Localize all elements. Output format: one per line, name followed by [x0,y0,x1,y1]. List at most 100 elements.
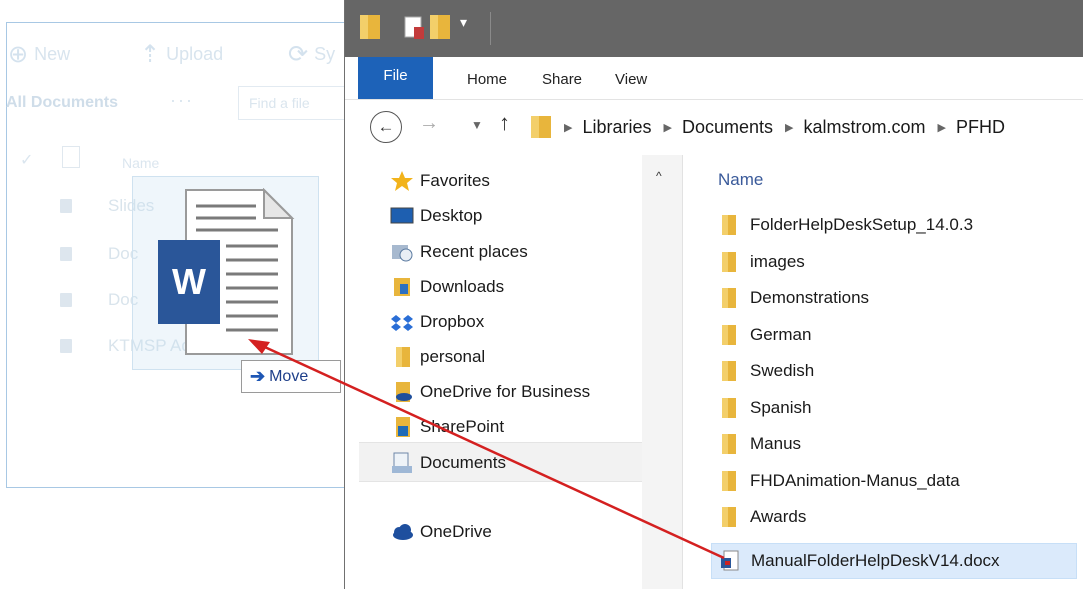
view-title[interactable]: All Documents [6,94,118,112]
document-type-icon [62,146,80,168]
new-folder-icon[interactable] [429,13,451,41]
word-document-icon: W [158,188,295,355]
upload-label: Upload [166,44,224,64]
folder-row[interactable]: FHDAnimation-Manus_data [718,470,960,492]
nav-item-favorites[interactable]: Favorites [390,170,490,192]
folder-name: FHDAnimation-Manus_data [750,470,960,490]
move-tooltip: ➔ Move [241,360,341,393]
folder-icon [390,346,414,368]
folder-row[interactable]: Awards [718,506,806,528]
ribbon-tabs [345,57,1083,100]
folder-row[interactable]: FolderHelpDeskSetup_14.0.3 [718,214,973,236]
nav-item-label: personal [420,347,486,366]
nav-item-label: SharePoint [420,417,505,436]
word-file-icon [721,550,739,570]
name-column-header[interactable]: Name [718,170,763,190]
nav-item-documents[interactable]: Documents [390,452,506,474]
pane-divider[interactable] [682,155,683,589]
sync-icon: ⟳ [288,41,309,68]
breadcrumb-documents[interactable]: Documents [682,117,773,138]
nav-item-label: Desktop [420,206,483,225]
nav-item-sharepoint[interactable]: SharePoint [390,416,504,438]
file-name: ManualFolderHelpDeskV14.docx [751,550,1000,570]
nav-item-onedrive-business[interactable]: OneDrive for Business [390,381,590,403]
file-icon [60,339,72,353]
breadcrumb-libraries[interactable]: Libraries [582,117,651,138]
tab-view[interactable]: View [615,71,647,88]
find-file-input[interactable]: Find a file [238,86,345,120]
sharepoint-folder-icon [390,416,414,438]
recent-locations-chevron-down-icon[interactable]: ▼ [471,118,483,132]
breadcrumb[interactable]: ▶ Libraries ▶ Documents ▶ kalmstrom.com … [530,112,1005,142]
sync-label: Sy [314,44,336,64]
folder-row[interactable]: Manus [718,433,801,455]
folder-icon [722,434,736,454]
breadcrumb-kalmstrom[interactable]: kalmstrom.com [803,117,925,138]
up-arrow-icon[interactable]: ↑ [499,110,510,136]
select-all-checkmark-icon[interactable]: ✓ [20,150,33,170]
folder-icon [722,251,736,272]
tab-file[interactable]: File [358,57,433,99]
nav-item-dropbox[interactable]: Dropbox [390,311,484,333]
plus-circle-icon: ⊕ [8,41,29,68]
toolbar-divider [490,12,491,45]
nav-item-label: Favorites [420,171,490,190]
nav-item-label: Downloads [420,277,505,296]
nav-item-label: OneDrive for Business [420,382,591,401]
upload-icon: ⇡ [140,41,161,68]
folder-icon [722,361,736,381]
sync-command[interactable]: ⟳ Sy [288,40,335,69]
folder-icon [722,397,736,418]
folder-row[interactable]: Swedish [718,360,814,382]
more-options[interactable]: ··· [170,90,194,111]
customize-toolbar-icon[interactable]: ▾ [460,14,467,31]
folder-name: German [750,324,812,344]
folder-icon[interactable] [359,13,381,41]
forward-arrow-icon[interactable]: → [419,112,439,135]
nav-item-personal[interactable]: personal [390,346,485,368]
back-arrow-icon[interactable]: ← [370,111,402,143]
folder-name: Demonstrations [750,288,870,307]
nav-item-label: Documents [420,453,506,472]
breadcrumb-separator-icon: ▶ [663,121,672,134]
file-icon [60,247,72,261]
new-command[interactable]: ⊕ New [8,40,70,69]
folder-row[interactable]: Demonstrations [718,287,869,309]
breadcrumb-separator-icon: ▶ [564,121,573,134]
nav-item-desktop[interactable]: Desktop [390,205,482,227]
nav-scrollbar[interactable]: ^ [642,155,682,589]
new-label: New [34,44,71,64]
nav-item-recent-places[interactable]: Recent places [390,241,528,263]
scroll-up-icon[interactable]: ^ [656,169,662,183]
properties-icon[interactable] [403,13,425,41]
folder-name: FolderHelpDeskSetup_14.0.3 [750,215,974,234]
list-item[interactable]: Doc [60,290,138,310]
folder-name: Awards [750,507,807,526]
onedrive-cloud-icon [390,521,414,543]
quick-access-toolbar: ▾ [345,0,1083,57]
file-row[interactable]: ManualFolderHelpDeskV14.docx [711,542,1077,579]
folder-name: Manus [750,434,802,453]
breadcrumb-separator-icon: ▶ [937,121,946,134]
recent-places-icon [390,241,414,263]
nav-item-downloads[interactable]: Downloads [390,276,504,298]
folder-row[interactable]: German [718,324,811,346]
nav-item-onedrive[interactable]: OneDrive [390,521,492,543]
file-icon [60,199,72,213]
breadcrumb-pfhd[interactable]: PFHD [956,117,1005,138]
folder-name: images [750,251,805,271]
documents-icon [390,452,414,474]
nav-item-label: Recent places [420,242,528,261]
list-item[interactable]: Doc [60,244,138,264]
tab-share[interactable]: Share [542,71,582,88]
name-column-header[interactable]: Name [122,155,159,171]
breadcrumb-separator-icon: ▶ [785,121,794,134]
downloads-folder-icon [390,276,414,298]
folder-row[interactable]: images [718,251,805,273]
folder-icon [722,288,736,308]
nav-item-label: OneDrive [420,522,492,541]
tab-home[interactable]: Home [467,71,507,88]
upload-command[interactable]: ⇡ Upload [140,40,223,69]
folder-row[interactable]: Spanish [718,397,811,419]
nav-item-label: Dropbox [420,312,485,331]
